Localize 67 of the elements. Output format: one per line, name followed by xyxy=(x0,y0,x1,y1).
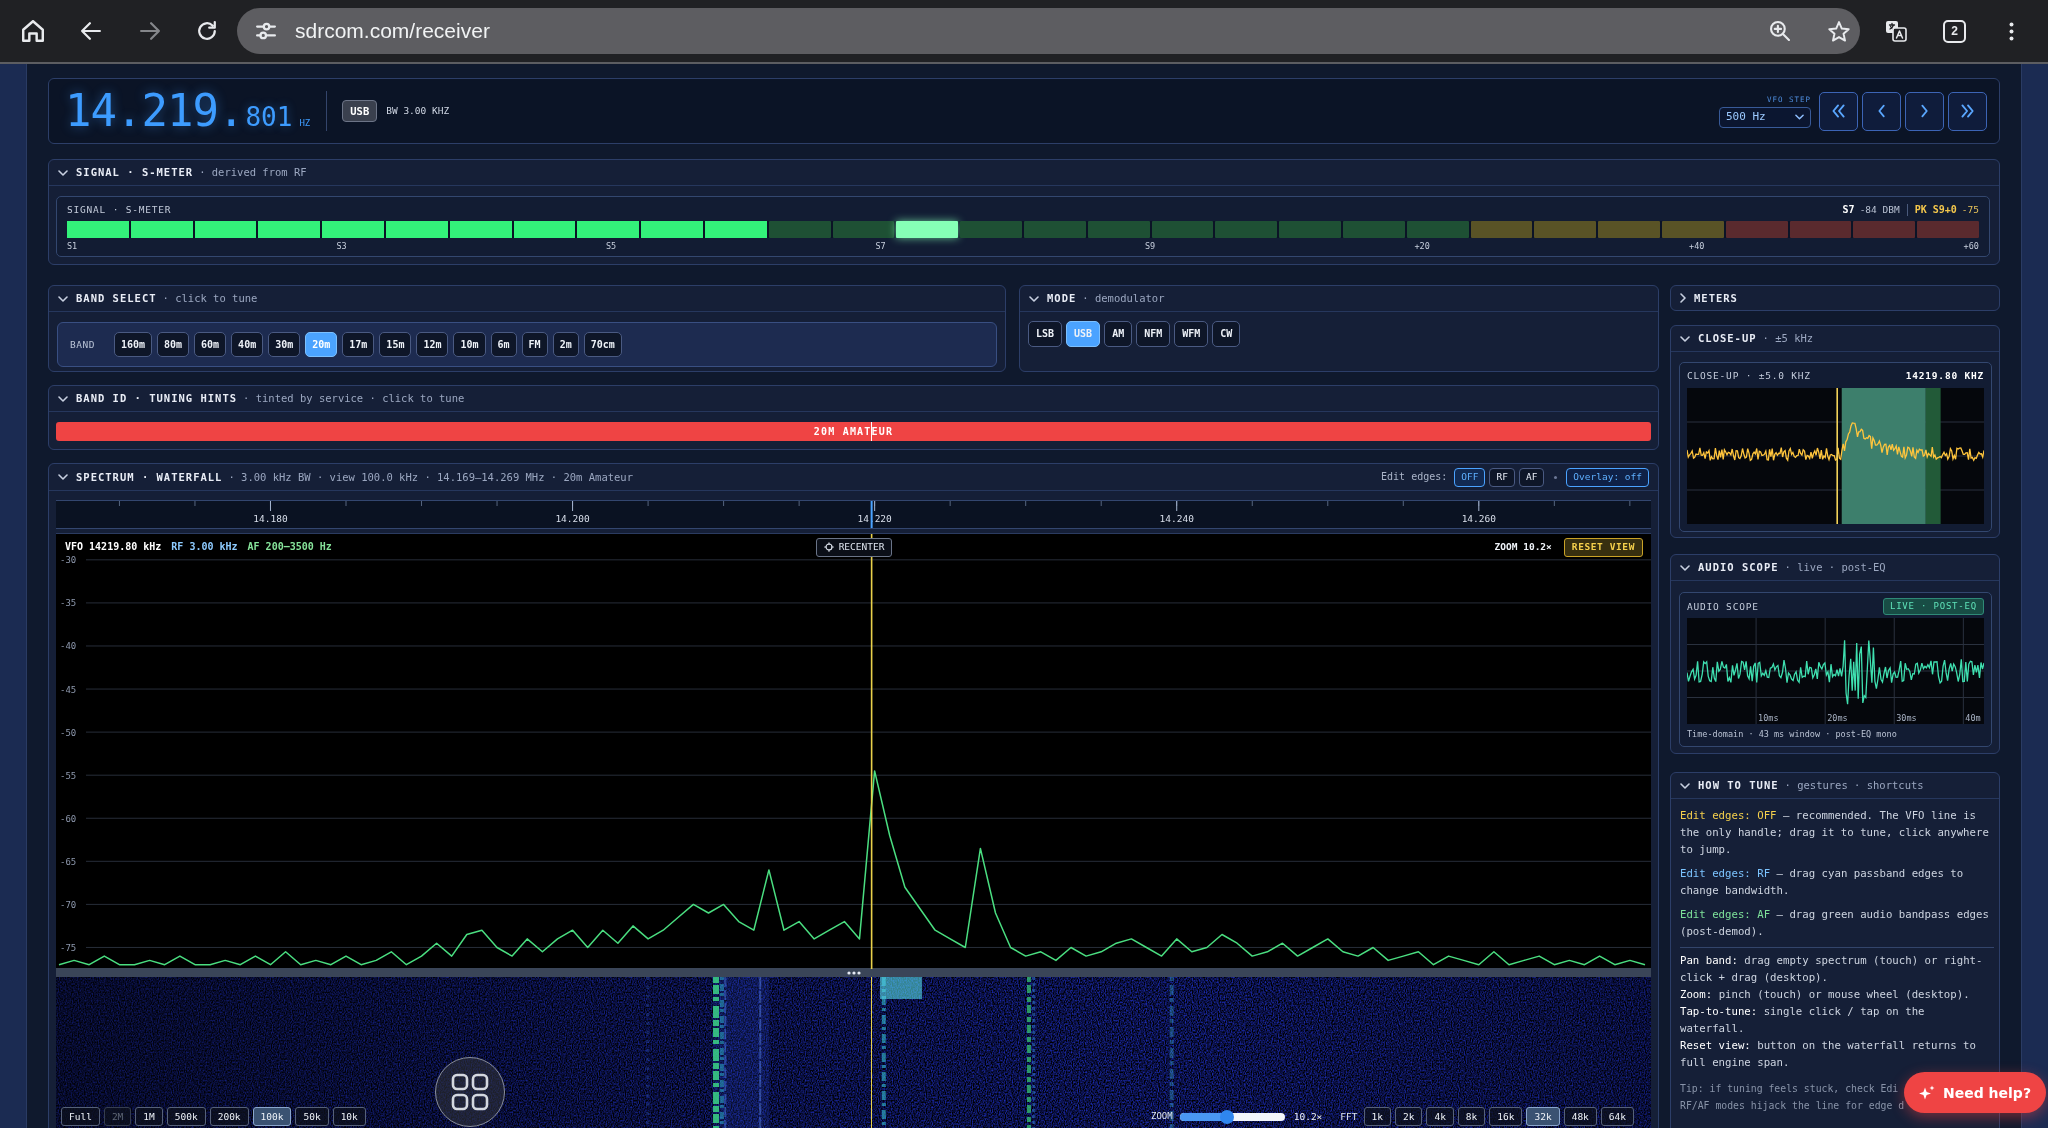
scale-label: S5 xyxy=(605,241,617,252)
time-label: 10ms xyxy=(1758,713,1779,723)
tip-text: Tip: if tuning feels stuck, check Edi xyxy=(1680,1082,1899,1096)
meter-title: SIGNAL · S-METER xyxy=(67,204,172,216)
frequency-unit: HZ xyxy=(299,118,311,129)
zoom-label: ZOOM xyxy=(1151,1111,1173,1122)
help-paragraph: Edit edges: RF — drag cyan passband edges to change bandwidth. xyxy=(1680,866,1965,899)
axis-label: -30 xyxy=(60,555,77,566)
s-unit-reading: S7 xyxy=(1842,204,1855,216)
axis-label: -35 xyxy=(60,598,77,609)
axis-label: -55 xyxy=(60,770,77,781)
axis-label: -50 xyxy=(60,727,77,738)
time-label: 30ms xyxy=(1896,713,1917,723)
scale-label: S1 xyxy=(67,241,78,252)
scale-label: +40 xyxy=(1689,241,1705,252)
peak-label: PK S9+0 xyxy=(1914,204,1957,216)
scale-label: +60 xyxy=(1963,241,1979,252)
scale-label: S3 xyxy=(336,241,347,252)
scope-caption: Time-domain · 43 ms window · post-EQ mono xyxy=(1687,729,1898,740)
dbm-reading: -84 DBM xyxy=(1859,204,1900,216)
time-label: 20ms xyxy=(1827,713,1848,723)
axis-label: -65 xyxy=(60,856,77,867)
panel-subtitle: · live · post-EQ xyxy=(1784,561,1886,574)
mode-badge: USB xyxy=(342,99,378,123)
status-badge: LIVE · POST-EQ xyxy=(1882,598,1984,615)
help-line: Zoom: pinch (touch) or mouse wheel (desktop). xyxy=(1680,987,1971,1003)
axis-label: 14.200 xyxy=(555,513,590,524)
fft-label: FFT xyxy=(1340,1110,1358,1123)
time-label: 40m xyxy=(1965,713,1981,723)
help-line: Reset view: button on the waterfall returns to full engine span. xyxy=(1680,1038,1977,1071)
audio-scope-label: AUDIO SCOPE xyxy=(1687,600,1759,613)
zoom-readout: ZOOM 10.2× xyxy=(1494,541,1552,553)
frequency-readout: 14.219. xyxy=(65,89,244,133)
panel-subtitle: · 3.00 kHz BW · view 100.0 kHz · 14.169–14.269 MHz · 20m Amateur xyxy=(228,470,633,484)
peak-reading: -75 xyxy=(1961,204,1979,216)
axis-label: -75 xyxy=(60,942,77,953)
bandwidth-label: BW 3.00 KHZ xyxy=(386,105,450,117)
panel-subtitle: · derived from RF xyxy=(199,166,307,179)
help-line: Tap-to-tune: single click / tap on the waterfall. xyxy=(1680,1004,1926,1037)
close-up-label: CLOSE-UP · ±5.0 KHZ xyxy=(1687,370,1811,382)
axis-label: -70 xyxy=(60,899,77,910)
readout-text: VFO 14219.80 kHz xyxy=(65,541,162,553)
close-up-frequency: 14219.80 KHZ xyxy=(1905,370,1984,382)
panel-subtitle: · demodulator xyxy=(1082,292,1165,305)
help-paragraph: Edit edges: OFF — recommended. The VFO line is the only handle; drag it to tune, click anywhere to jump. xyxy=(1680,808,1990,858)
readout-text: RF 3.00 kHz xyxy=(171,541,238,553)
help-paragraph: Edit edges: AF — drag green audio bandpass edges (post-demod). xyxy=(1680,907,1990,940)
scale-label: S9 xyxy=(1144,241,1156,252)
axis-label: -45 xyxy=(60,684,77,695)
band-label: BAND xyxy=(70,338,95,351)
frequency-fine-digits: 801 xyxy=(245,104,293,130)
zoom-value: 10.2× xyxy=(1293,1110,1323,1123)
panel-subtitle: · tinted by service · click to tune xyxy=(243,392,465,405)
tip-text: RF/AF modes hijack the line for edge d xyxy=(1680,1099,1905,1113)
axis-label: 14.260 xyxy=(1461,513,1496,524)
scale-label: +20 xyxy=(1414,241,1430,252)
axis-label: -40 xyxy=(60,641,77,652)
axis-label: 14.240 xyxy=(1159,513,1194,524)
axis-label: -60 xyxy=(60,813,77,824)
panel-subtitle: · click to tune xyxy=(162,292,258,305)
panel-subtitle: · ±5 kHz xyxy=(1762,332,1814,345)
help-line: Pan band: drag empty spectrum (touch) or right-click + drag (desktop). xyxy=(1680,953,1984,986)
axis-label: 14.180 xyxy=(253,513,288,524)
panel-subtitle: · gestures · shortcuts xyxy=(1784,779,1924,792)
edit-edges-label: Edit edges: xyxy=(1381,471,1448,483)
readout-text: AF 200–3500 Hz xyxy=(247,541,332,553)
scale-label: S7 xyxy=(875,241,886,252)
